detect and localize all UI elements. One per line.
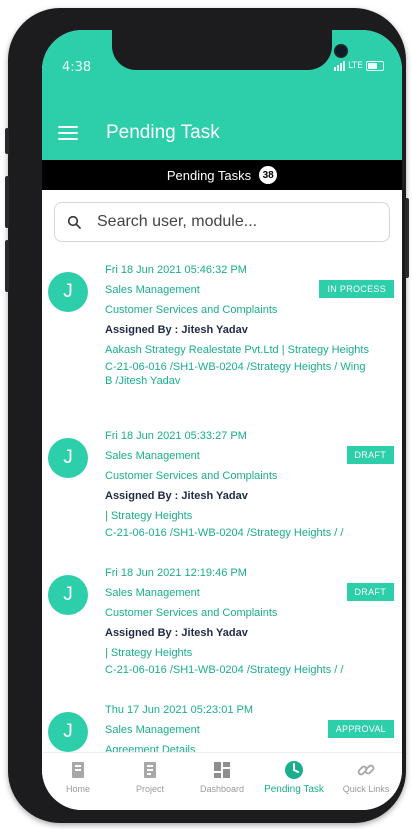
app-bar: Pending Task (42, 106, 402, 160)
task-list[interactable]: J Fri 18 Jun 2021 05:46:32 PM Sales Mana… (42, 260, 402, 752)
status-time: 4:38 (62, 60, 92, 75)
tab-quick-links-label: Quick Links (342, 784, 390, 794)
task-module: Sales Management (105, 587, 200, 599)
link-icon (357, 764, 375, 776)
status-indicators: LTE (334, 61, 384, 71)
pending-tasks-label: Pending Tasks (166, 167, 252, 183)
tab-pending-task-label: Pending Task (264, 784, 324, 795)
tab-quick-links[interactable]: Quick Links (332, 753, 400, 810)
hamburger-menu-icon[interactable] (58, 126, 78, 140)
avatar: J (48, 272, 88, 312)
pending-task-icon (285, 761, 303, 779)
bottom-tab-bar: Home Project Dashboard Pending Task Quic… (42, 752, 402, 810)
status-bar: 4:38 LTE (42, 30, 402, 106)
page-title: Pending Task (106, 122, 220, 143)
status-badge: IN PROCESS (319, 280, 394, 298)
task-detail-company: Aakash Strategy Realestate Pvt.Ltd | Str… (105, 344, 369, 356)
tab-dashboard-label: Dashboard (199, 784, 245, 794)
app-screen: 4:38 LTE Pending Task Pending Tasks 38 S… (42, 30, 402, 810)
task-datetime: Fri 18 Jun 2021 12:19:46 PM (105, 567, 247, 579)
tab-pending-task[interactable]: Pending Task (260, 753, 328, 810)
task-category: Customer Services and Complaints (105, 470, 278, 482)
tab-dashboard[interactable]: Dashboard (188, 753, 256, 810)
notch (112, 30, 348, 70)
tab-home[interactable]: Home (44, 753, 112, 810)
mute-switch (5, 128, 9, 154)
network-type: LTE (348, 61, 363, 71)
volume-up-button (5, 176, 9, 228)
task-category: Customer Services and Complaints (105, 607, 278, 619)
task-datetime: Thu 17 Jun 2021 05:23:01 PM (105, 704, 253, 716)
tab-home-label: Home (65, 784, 90, 794)
task-datetime: Fri 18 Jun 2021 05:46:32 PM (105, 264, 247, 276)
search-box[interactable] (54, 202, 390, 242)
pending-count-badge: 38 (259, 166, 278, 184)
task-datetime: Fri 18 Jun 2021 05:33:27 PM (105, 430, 247, 442)
status-badge: DRAFT (346, 446, 394, 464)
task-detail-company: | Strategy Heights (105, 647, 193, 659)
tab-project[interactable]: Project (116, 753, 184, 810)
volume-down-button (5, 240, 9, 292)
home-icon (72, 762, 84, 778)
avatar: J (48, 575, 88, 615)
task-category: Agreement Details (105, 744, 196, 752)
search-input[interactable] (95, 212, 359, 232)
pending-tasks-header: Pending Tasks 38 (42, 160, 402, 190)
status-badge: DRAFT (346, 583, 394, 601)
front-camera (334, 44, 348, 58)
task-assigned-by: Assigned By : Jitesh Yadav (105, 324, 248, 336)
project-icon (144, 762, 156, 778)
avatar: J (48, 712, 88, 752)
task-detail-reference: C-21-06-016 /SH1-WB-0204 /Strategy Heigh… (105, 664, 344, 676)
dashboard-icon (214, 762, 230, 778)
task-assigned-by: Assigned By : Jitesh Yadav (105, 490, 248, 502)
signal-icon (334, 61, 346, 71)
task-detail-company: | Strategy Heights (105, 510, 193, 522)
task-module: Sales Management (105, 450, 200, 462)
power-button (405, 198, 409, 278)
task-category: Customer Services and Complaints (105, 304, 278, 316)
avatar: J (48, 438, 88, 478)
search-icon (67, 215, 81, 229)
task-assigned-by: Assigned By : Jitesh Yadav (105, 627, 248, 639)
task-detail-reference: C-21-06-016 /SH1-WB-0204 /Strategy Heigh… (105, 527, 344, 539)
battery-icon (366, 61, 384, 71)
task-detail-reference: C-21-06-016 /SH1-WB-0204 /Strategy Heigh… (105, 361, 366, 387)
phone-frame: 4:38 LTE Pending Task Pending Tasks 38 S… (5, 8, 409, 823)
status-badge: APPROVAL (327, 720, 394, 738)
tab-project-label: Project (135, 784, 164, 794)
